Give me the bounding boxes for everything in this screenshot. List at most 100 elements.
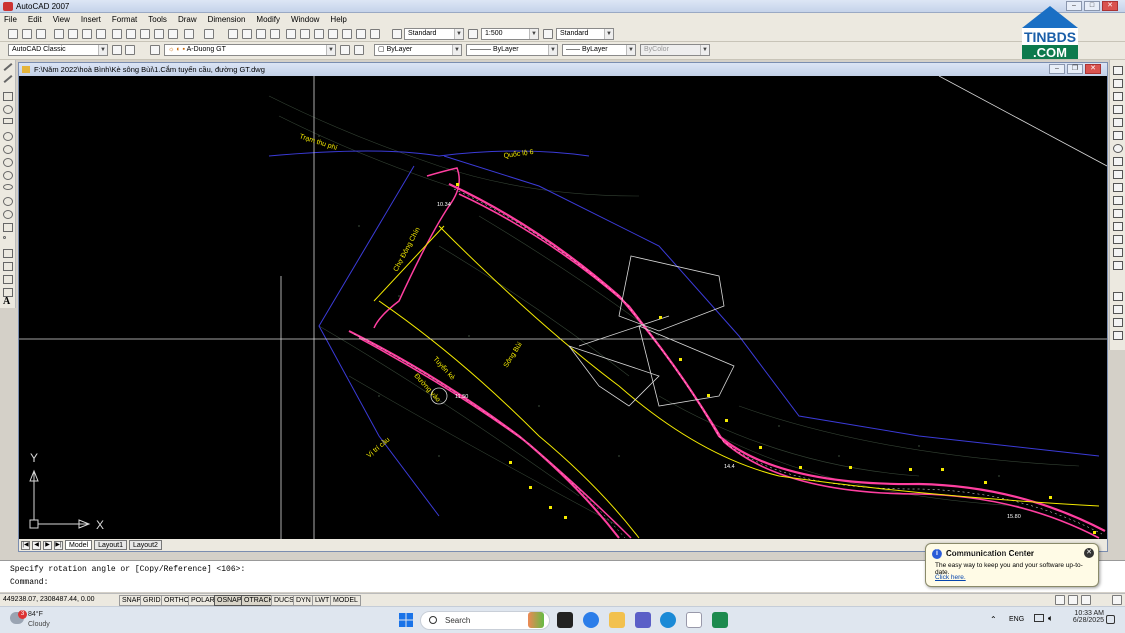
menu-dimension[interactable]: Dimension bbox=[208, 15, 246, 24]
menu-edit[interactable]: Edit bbox=[28, 15, 42, 24]
multiline-text-icon[interactable]: A bbox=[3, 296, 10, 307]
task-view-icon[interactable] bbox=[528, 612, 544, 628]
tray-settings-icon[interactable] bbox=[1081, 595, 1091, 605]
polygon-icon[interactable] bbox=[3, 105, 13, 114]
drawing-close-button[interactable]: ✕ bbox=[1085, 64, 1101, 74]
menu-window[interactable]: Window bbox=[291, 15, 319, 24]
first-tab-button[interactable]: |◀ bbox=[21, 540, 30, 550]
zoom-window-icon[interactable] bbox=[256, 29, 266, 39]
table-style-select[interactable]: Standard ▼ bbox=[556, 28, 614, 40]
markup-icon[interactable] bbox=[342, 29, 352, 39]
dyn-toggle[interactable]: DYN bbox=[293, 595, 314, 606]
drawing-minimize-button[interactable]: – bbox=[1049, 64, 1065, 74]
grid-toggle[interactable]: GRID bbox=[140, 595, 164, 606]
match-properties-icon[interactable] bbox=[154, 29, 164, 39]
publish-icon[interactable] bbox=[82, 29, 92, 39]
construction-line-icon[interactable] bbox=[3, 75, 13, 83]
break-icon[interactable] bbox=[1113, 209, 1123, 218]
clean-screen-icon[interactable] bbox=[1112, 595, 1122, 605]
workspace-settings-icon[interactable] bbox=[112, 45, 122, 55]
edge-browser-icon[interactable] bbox=[660, 612, 676, 628]
mirror-icon[interactable] bbox=[1113, 92, 1123, 101]
lock-toolbar-icon[interactable] bbox=[1068, 595, 1078, 605]
my-workspace-icon[interactable] bbox=[125, 45, 135, 55]
rectangle-icon[interactable] bbox=[3, 118, 13, 124]
notification-link[interactable]: Click here. bbox=[935, 574, 966, 581]
dim-style-icon[interactable] bbox=[468, 29, 478, 39]
start-button[interactable] bbox=[398, 612, 414, 628]
chamfer-icon[interactable] bbox=[1113, 235, 1123, 244]
teams-app-icon[interactable] bbox=[635, 612, 651, 628]
menu-modify[interactable]: Modify bbox=[256, 15, 280, 24]
notifications-icon[interactable] bbox=[1106, 615, 1115, 624]
ellipse-icon[interactable] bbox=[3, 184, 13, 190]
join-icon[interactable] bbox=[1113, 222, 1123, 231]
text-front-icon[interactable] bbox=[1113, 331, 1123, 340]
undo-icon[interactable] bbox=[184, 29, 194, 39]
table-style-icon[interactable] bbox=[543, 29, 553, 39]
tab-layout1[interactable]: Layout1 bbox=[94, 540, 127, 550]
command-prompt[interactable]: Command: bbox=[10, 578, 48, 587]
tab-layout2[interactable]: Layout2 bbox=[129, 540, 162, 550]
open-icon[interactable] bbox=[22, 29, 32, 39]
calculator-icon[interactable] bbox=[356, 29, 366, 39]
hatch-icon[interactable] bbox=[3, 249, 13, 258]
menu-insert[interactable]: Insert bbox=[81, 15, 101, 24]
autocad-taskbar-icon[interactable] bbox=[686, 612, 702, 628]
excel-app-icon[interactable] bbox=[712, 612, 728, 628]
pan-icon[interactable] bbox=[228, 29, 238, 39]
zoom-realtime-icon[interactable] bbox=[242, 29, 252, 39]
new-icon[interactable] bbox=[8, 29, 18, 39]
color-select[interactable]: ▢ ByLayer ▼ bbox=[374, 44, 462, 56]
help-icon[interactable] bbox=[370, 29, 380, 39]
spline-icon[interactable] bbox=[3, 171, 13, 180]
system-clock[interactable]: 10:33 AM 6/28/2025 bbox=[1062, 610, 1104, 624]
layer-select[interactable]: ☼ ◐ ▪ A-Duong GT ▼ bbox=[164, 44, 336, 56]
make-current-layer-icon[interactable] bbox=[340, 45, 350, 55]
copy-object-icon[interactable] bbox=[1113, 79, 1123, 88]
move-icon[interactable] bbox=[1113, 131, 1123, 140]
menu-view[interactable]: View bbox=[53, 15, 70, 24]
coordinate-readout[interactable]: 449238.07, 2308487.44, 0.00 bbox=[3, 596, 94, 603]
properties-icon[interactable] bbox=[286, 29, 296, 39]
linetype-select[interactable]: ——— ByLayer ▼ bbox=[466, 44, 558, 56]
ellipse-arc-icon[interactable] bbox=[3, 197, 13, 206]
explode-icon[interactable] bbox=[1113, 261, 1123, 270]
draw-order-icon[interactable] bbox=[1113, 292, 1123, 301]
stretch-icon[interactable] bbox=[1113, 170, 1123, 179]
gradient-icon[interactable] bbox=[3, 262, 13, 271]
plot-icon[interactable] bbox=[54, 29, 64, 39]
terminal-app-icon[interactable] bbox=[557, 612, 573, 628]
design-center-icon[interactable] bbox=[300, 29, 310, 39]
text-style-select[interactable]: Standard ▼ bbox=[404, 28, 464, 40]
dim-scale-select[interactable]: 1:500 ▼ bbox=[481, 28, 539, 40]
line-icon[interactable] bbox=[3, 63, 13, 71]
point-icon[interactable] bbox=[3, 236, 6, 239]
network-icon[interactable] bbox=[1034, 614, 1044, 622]
save-icon[interactable] bbox=[36, 29, 46, 39]
region-icon[interactable] bbox=[3, 275, 13, 284]
menu-draw[interactable]: Draw bbox=[178, 15, 197, 24]
trim-icon[interactable] bbox=[1113, 183, 1123, 192]
copilot-app-icon[interactable] bbox=[583, 612, 599, 628]
volume-icon[interactable]: 🔈︎ bbox=[1048, 613, 1053, 624]
copy-icon[interactable] bbox=[126, 29, 136, 39]
zoom-previous-icon[interactable] bbox=[270, 29, 280, 39]
plotstyle-select[interactable]: ByColor ▼ bbox=[640, 44, 710, 56]
drawing-restore-button[interactable]: ❐ bbox=[1067, 64, 1083, 74]
arc-icon[interactable] bbox=[3, 132, 13, 141]
tab-model[interactable]: Model bbox=[65, 540, 93, 550]
last-tab-button[interactable]: ▶| bbox=[54, 540, 63, 550]
text-style-icon[interactable] bbox=[392, 29, 402, 39]
scale-icon[interactable] bbox=[1113, 157, 1123, 166]
sheet-set-icon[interactable] bbox=[328, 29, 338, 39]
maximize-button[interactable]: □ bbox=[1084, 1, 1100, 11]
revision-cloud-icon[interactable] bbox=[3, 158, 13, 167]
preview-icon[interactable] bbox=[68, 29, 78, 39]
menu-file[interactable]: File bbox=[4, 15, 17, 24]
send-back-icon[interactable] bbox=[1113, 318, 1123, 327]
lineweight-select[interactable]: —— ByLayer ▼ bbox=[562, 44, 636, 56]
close-button[interactable]: ✕ bbox=[1102, 1, 1118, 11]
menu-format[interactable]: Format bbox=[112, 15, 137, 24]
menu-tools[interactable]: Tools bbox=[148, 15, 167, 24]
